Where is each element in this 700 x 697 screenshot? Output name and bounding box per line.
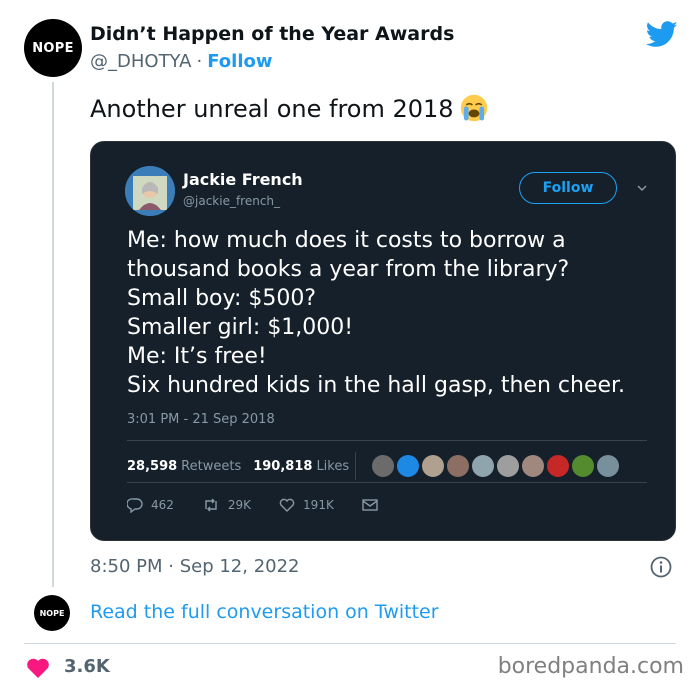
small-account-avatar[interactable]: NOPE (34, 595, 70, 631)
like-action: 191K (279, 497, 334, 513)
likes-label: Likes (316, 458, 350, 474)
like-count[interactable]: 3.6K (64, 656, 110, 677)
liker-avatar (497, 455, 520, 477)
loudly-crying-face-icon (460, 94, 487, 122)
retweets-label: Retweets (181, 458, 242, 474)
like-count: 191K (303, 498, 334, 512)
embedded-avatar (125, 166, 175, 216)
liker-avatar (572, 455, 595, 477)
thread-line (52, 82, 54, 587)
embedded-actions: 462 29K 191K (127, 497, 414, 513)
handle-row: @_DHOTYA · Follow (90, 51, 273, 72)
divider (355, 452, 357, 480)
divider (127, 440, 647, 441)
chevron-down-icon (637, 185, 647, 192)
tweet-text-content: Another unreal one from 2018 (90, 95, 454, 123)
retweet-icon (205, 498, 217, 512)
read-conversation-link[interactable]: Read the full conversation on Twitter (90, 601, 439, 623)
twitter-bird-icon[interactable] (646, 21, 678, 48)
embedded-handle: @jackie_french_ (183, 194, 281, 208)
likes-count: 190,818 (253, 458, 313, 474)
info-icon[interactable] (650, 556, 672, 578)
embedded-line: Me: It’s free! (127, 344, 267, 369)
divider (127, 482, 647, 483)
embedded-tweet-body: Me: how much does it costs to borrow a t… (127, 226, 667, 400)
embedded-timestamp: 3:01 PM - 21 Sep 2018 (127, 412, 275, 427)
tweet-timestamp[interactable]: 8:50 PM · Sep 12, 2022 (90, 556, 300, 577)
reply-action: 462 (127, 497, 174, 513)
embedded-line: Smaller girl: $1,000! (127, 315, 354, 340)
heart-icon[interactable] (26, 657, 50, 679)
reply-icon (127, 498, 143, 513)
account-handle[interactable]: @_DHOTYA (90, 51, 191, 72)
embedded-display-name: Jackie French (183, 170, 303, 189)
envelope-icon (362, 499, 378, 511)
retweet-count: 29K (227, 498, 252, 512)
embedded-stats: 28,598 Retweets 190,818 Likes (127, 452, 622, 480)
liker-avatar (397, 455, 420, 477)
separator-dot: · (196, 51, 203, 72)
tweet-text: Another unreal one from 2018 (90, 94, 488, 123)
display-name[interactable]: Didn’t Happen of the Year Awards (90, 23, 454, 45)
liker-avatar (522, 455, 545, 477)
embedded-tweet-image[interactable]: Jackie French @jackie_french_ Follow Me:… (90, 141, 676, 541)
retweets-count: 28,598 (127, 458, 178, 474)
liker-avatar (447, 455, 470, 477)
liker-avatar (422, 455, 445, 477)
embedded-line: Six hundred kids in the hall gasp, then … (127, 373, 626, 398)
boredpanda-watermark: boredpanda.com (497, 654, 684, 679)
message-action (362, 498, 386, 512)
avatar-photo-icon (125, 166, 175, 216)
heart-outline-icon (279, 498, 295, 512)
follow-button[interactable]: Follow (207, 51, 272, 72)
liker-avatar (597, 455, 620, 477)
reply-count: 462 (151, 498, 174, 512)
retweet-action: 29K (202, 497, 251, 513)
liker-avatar (372, 455, 395, 477)
embedded-line: Small boy: $500? (127, 286, 317, 311)
embedded-line: Me: how much does it costs to borrow a (127, 228, 566, 253)
liker-avatar (472, 455, 495, 477)
embedded-line: thousand books a year from the library? (127, 257, 570, 282)
liker-avatar (547, 455, 570, 477)
account-avatar[interactable]: NOPE (24, 19, 82, 77)
divider (24, 643, 676, 644)
liker-avatars (372, 455, 622, 477)
embedded-follow-button: Follow (519, 172, 617, 204)
